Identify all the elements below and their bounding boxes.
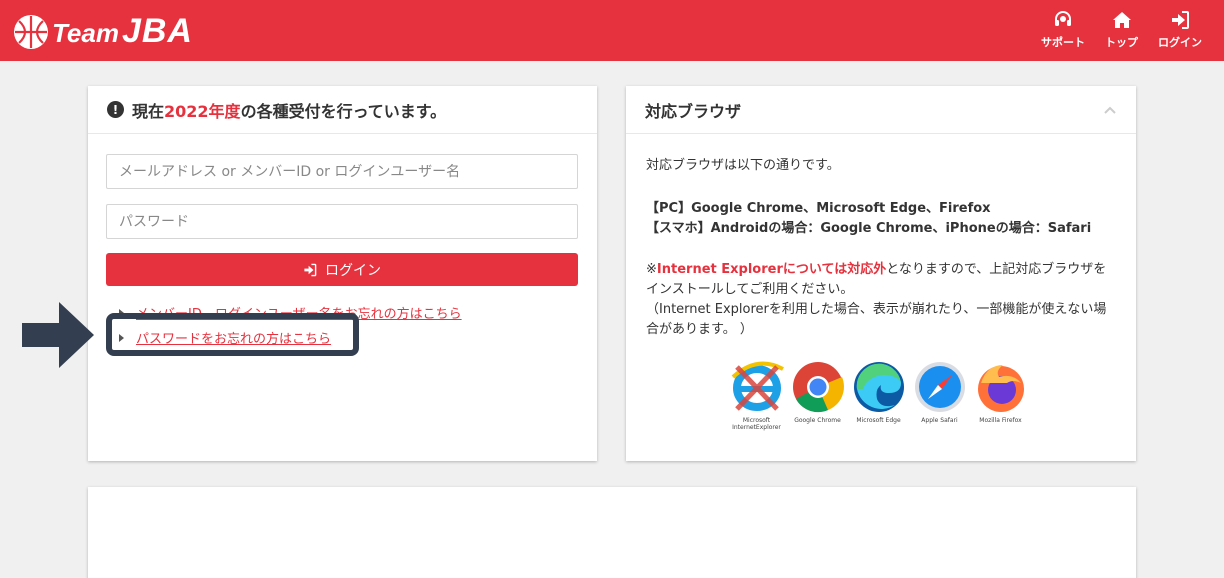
login-card: ! 現在 2022年度 の各種受付を行っています。 ログイン メンバーID、ログ… bbox=[88, 86, 597, 461]
ie-note-paren: （Internet Explorerを利用した場合、表示が崩れたり、一部機能が使… bbox=[646, 302, 1107, 337]
login-card-heading: ! 現在 2022年度 の各種受付を行っています。 bbox=[88, 86, 597, 134]
sign-in-icon bbox=[304, 263, 317, 276]
browser-firefox: Mozilla Firefox bbox=[970, 359, 1031, 431]
internet-explorer-crossed-icon bbox=[731, 361, 784, 411]
heading-suffix: の各種受付を行っています。 bbox=[240, 101, 447, 121]
microsoft-edge-icon bbox=[853, 362, 904, 412]
browser-firefox-name: Mozilla Firefox bbox=[979, 417, 1022, 424]
heading-prefix: 現在 bbox=[132, 101, 165, 121]
basketball-icon bbox=[14, 14, 48, 49]
headset-icon bbox=[1055, 11, 1071, 26]
ie-note-red: Internet Explorerについては対応外 bbox=[656, 262, 887, 277]
mozilla-firefox-icon bbox=[977, 365, 1024, 412]
chevron-up-icon[interactable] bbox=[1104, 104, 1116, 116]
browser-card-body: 対応ブラウザは以下の通りです。 【PC】Google Chrome、Micros… bbox=[646, 156, 1116, 340]
ie-note: ※Internet Explorerについては対応外となりますので、上記対応ブラ… bbox=[646, 260, 1116, 300]
header-nav: サポート トップ ログイン bbox=[1021, 10, 1202, 50]
logo-text: Team JBA bbox=[52, 12, 193, 51]
top-header: Team JBA サポート トップ ログイン bbox=[0, 0, 1224, 61]
nav-login[interactable]: ログイン bbox=[1158, 10, 1202, 50]
browser-safari: Apple Safari bbox=[909, 359, 970, 431]
browser-edge: Microsoft Edge bbox=[848, 359, 909, 431]
ie-note-prefix: ※ bbox=[646, 262, 657, 277]
home-icon bbox=[1112, 12, 1131, 28]
logo-jba: JBA bbox=[121, 12, 193, 50]
login-button[interactable]: ログイン bbox=[106, 253, 578, 286]
browser-ie-name: Microsoft InternetExplorer bbox=[732, 417, 781, 431]
smartphone-browsers: 【スマホ】Androidの場合：Google Chrome、iPhoneの場合：… bbox=[646, 221, 1092, 236]
bottom-card bbox=[88, 487, 1136, 578]
browser-chrome: Google Chrome bbox=[787, 359, 848, 431]
nav-support[interactable]: サポート bbox=[1041, 10, 1085, 50]
login-button-label: ログイン bbox=[325, 262, 381, 279]
annotation-highlight-box bbox=[106, 313, 359, 356]
apple-safari-icon bbox=[914, 362, 965, 412]
browser-card-heading: 対応ブラウザ bbox=[626, 86, 1136, 134]
nav-support-label: サポート bbox=[1041, 36, 1085, 49]
browser-logos: Microsoft InternetExplorer Google Chrome… bbox=[726, 359, 1031, 431]
nav-login-label: ログイン bbox=[1158, 36, 1202, 49]
browser-chrome-name: Google Chrome bbox=[794, 417, 841, 424]
browser-support-card: 対応ブラウザ 対応ブラウザは以下の通りです。 【PC】Google Chrome… bbox=[626, 86, 1136, 461]
annotation-arrow-icon bbox=[22, 302, 94, 368]
pc-browsers: 【PC】Google Chrome、Microsoft Edge、Firefox bbox=[646, 201, 991, 216]
browser-edge-name: Microsoft Edge bbox=[856, 417, 901, 424]
browser-card-title: 対応ブラウザ bbox=[645, 101, 742, 121]
nav-top-label: トップ bbox=[1105, 36, 1138, 49]
browser-ie: Microsoft InternetExplorer bbox=[726, 359, 787, 431]
browser-ie-line2: InternetExplorer bbox=[732, 424, 781, 431]
sign-in-icon bbox=[1172, 11, 1189, 29]
browser-intro: 対応ブラウザは以下の通りです。 bbox=[646, 158, 840, 173]
password-input[interactable] bbox=[106, 204, 578, 239]
email-input[interactable] bbox=[106, 154, 578, 189]
exclamation-icon: ! bbox=[107, 101, 124, 118]
heading-year: 2022年度 bbox=[164, 101, 241, 121]
browser-safari-name: Apple Safari bbox=[921, 417, 958, 424]
google-chrome-icon bbox=[792, 362, 844, 413]
team-jba-logo[interactable]: Team JBA bbox=[14, 12, 193, 51]
nav-top[interactable]: トップ bbox=[1105, 10, 1138, 50]
browser-ie-line1: Microsoft bbox=[742, 417, 771, 424]
logo-team: Team bbox=[52, 18, 119, 48]
